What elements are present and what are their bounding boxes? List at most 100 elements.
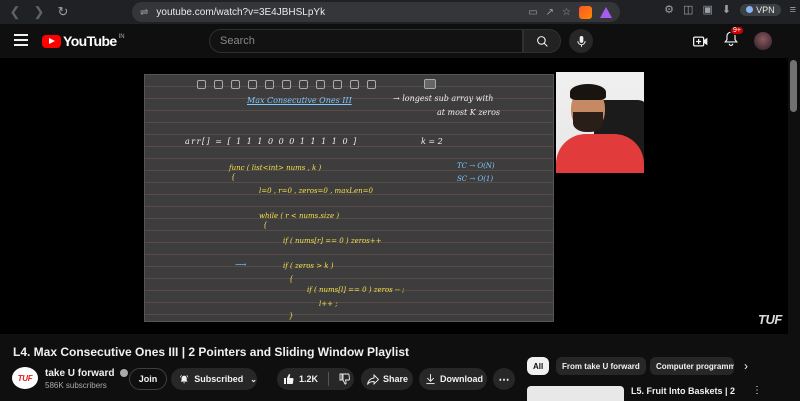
logo-region: IN	[118, 34, 125, 40]
presenter-beard	[573, 112, 603, 132]
channel-avatar-text: TUF	[17, 373, 33, 383]
search-input[interactable]: Search	[209, 29, 523, 53]
share-page-icon[interactable]: ↗	[546, 7, 554, 18]
chip-all[interactable]: All	[527, 357, 550, 375]
presenter-shirt	[556, 134, 644, 173]
board-tc: TC → O(N)	[457, 162, 495, 170]
recommendation-title[interactable]: L5. Fruit Into Baskets | 2	[631, 386, 735, 396]
channel-name[interactable]: take U forward	[45, 368, 114, 379]
thumbs-down-icon[interactable]	[339, 373, 351, 385]
verified-icon	[120, 369, 129, 378]
vpn-button[interactable]: VPN	[740, 3, 781, 16]
board-heading: Max Consecutive Ones III	[247, 96, 352, 105]
video-watermark: TUF	[758, 312, 782, 327]
like-count: 1.2K	[299, 374, 319, 384]
notification-count-badge: 9+	[730, 26, 744, 35]
reload-icon[interactable]: ↻	[54, 3, 72, 21]
youtube-logo[interactable]: YouTube IN	[42, 33, 125, 49]
chevron-right-icon[interactable]: ›	[744, 359, 748, 373]
download-label: Download	[440, 374, 483, 384]
pen-tool-icon	[214, 79, 223, 89]
like-button[interactable]: 1.2K	[277, 368, 354, 390]
more-actions-button[interactable]: ⋯	[493, 368, 515, 390]
bookmark-star-icon[interactable]: ☆	[562, 7, 571, 18]
vpn-status-icon	[746, 6, 754, 13]
board-sc: SC → O(1)	[457, 175, 494, 183]
forward-icon[interactable]: ❯	[30, 3, 48, 21]
search-button[interactable]	[523, 29, 561, 53]
url-text: youtube.com/watch?v=3E4JBHSLpYk	[156, 6, 326, 18]
board-arrow: ⟶	[235, 260, 247, 269]
join-label: Join	[138, 374, 158, 384]
video-player[interactable]: Max Consecutive Ones III → longest sub a…	[0, 58, 788, 334]
download-button[interactable]: Download	[419, 368, 487, 390]
board-array: arr[] = [ 1 1 1 0 0 0 1 1 1 1 0 ]	[185, 137, 358, 146]
more-horizontal-icon: ⋯	[498, 373, 510, 386]
presenter-hair	[570, 84, 606, 100]
image-tool-icon	[197, 79, 206, 89]
search-icon	[536, 35, 548, 47]
presenter-webcam	[556, 72, 644, 173]
voice-search-button[interactable]	[569, 29, 593, 53]
board-brace-2: {	[263, 221, 268, 229]
highlighter-tool-icon	[248, 79, 257, 89]
downloads-icon[interactable]: ⬇	[722, 3, 731, 16]
extensions-icon[interactable]: ⚙	[664, 3, 674, 16]
board-l-increment: l++ ;	[319, 300, 338, 308]
logo-text: YouTube	[63, 33, 117, 49]
page-scrollbar[interactable]	[788, 58, 800, 401]
brave-rewards-icon[interactable]	[600, 6, 612, 18]
chip-from-channel[interactable]: From take U forward	[556, 357, 646, 375]
subscriber-count: 586K subscribers	[45, 381, 107, 390]
subscribed-button[interactable]: Subscribed ⌄	[171, 368, 257, 390]
cast-icon[interactable]: ▭	[528, 7, 537, 18]
color-tool-icon	[367, 79, 376, 89]
subscribed-label: Subscribed	[194, 374, 244, 384]
share-button[interactable]: Share	[361, 368, 413, 390]
channel-avatar[interactable]: TUF	[12, 367, 38, 389]
board-note-1: → longest sub array with	[393, 94, 494, 103]
recommendation-thumbnail[interactable]	[527, 386, 624, 401]
site-info-icon[interactable]: ⇌	[140, 7, 148, 18]
share-arrow-icon	[367, 373, 379, 385]
board-init: l=0 , r=0 , zeros=0 , maxLen=0	[259, 187, 373, 195]
channel-name-row[interactable]: take U forward	[45, 368, 129, 379]
account-avatar[interactable]	[754, 32, 772, 50]
microphone-icon	[576, 35, 586, 47]
scrollbar-thumb[interactable]	[790, 60, 797, 112]
drawing-toolbar	[197, 79, 436, 89]
board-if-3: if ( nums[l] == 0 ) zeros -- ;	[307, 286, 405, 294]
lasso-tool-icon	[265, 79, 274, 89]
share-label: Share	[383, 374, 409, 384]
address-bar[interactable]: ⇌ youtube.com/watch?v=3E4JBHSLpYk ▭ ↗ ☆	[132, 2, 620, 22]
more-vertical-icon[interactable]: ⋮	[752, 385, 762, 396]
eraser-tool-icon	[231, 79, 240, 89]
hamburger-menu-icon[interactable]	[14, 34, 28, 46]
brave-shields-icon[interactable]	[579, 5, 592, 19]
wallet-icon[interactable]: ▣	[702, 3, 712, 16]
notifications-button[interactable]: 9+	[724, 26, 744, 51]
board-note-2: at most K zeros	[437, 108, 501, 117]
browser-toolbar: ❮ ❯ ↻ ☐ ⇌ youtube.com/watch?v=3E4JBHSLpY…	[0, 0, 800, 24]
back-icon[interactable]: ❮	[6, 3, 24, 21]
chip-computer-programming[interactable]: Computer programm	[650, 357, 734, 375]
vpn-label: VPN	[756, 4, 775, 15]
join-button[interactable]: Join	[129, 368, 167, 390]
shape-tool-icon	[282, 79, 291, 89]
selected-pen-icon	[424, 79, 436, 89]
board-brace-3: {	[289, 275, 294, 283]
thumbs-up-icon	[284, 373, 294, 384]
board-while: while ( r < nums.size )	[259, 212, 340, 220]
board-func: func ( list<int> nums , k )	[229, 164, 322, 172]
create-video-icon[interactable]	[693, 35, 708, 48]
board-k: k = 2	[421, 137, 443, 146]
youtube-header: YouTube IN Search 9+	[0, 24, 800, 58]
like-divider	[328, 372, 330, 386]
browser-menu-icon[interactable]: ≡	[790, 4, 796, 16]
bell-ringing-icon	[179, 374, 189, 383]
board-brace-1: {	[231, 173, 236, 181]
keyboard-tool-icon	[333, 79, 342, 89]
whiteboard-frame: Max Consecutive Ones III → longest sub a…	[144, 74, 554, 322]
youtube-play-icon	[42, 34, 61, 48]
sidebar-icon[interactable]: ◫	[683, 3, 693, 16]
